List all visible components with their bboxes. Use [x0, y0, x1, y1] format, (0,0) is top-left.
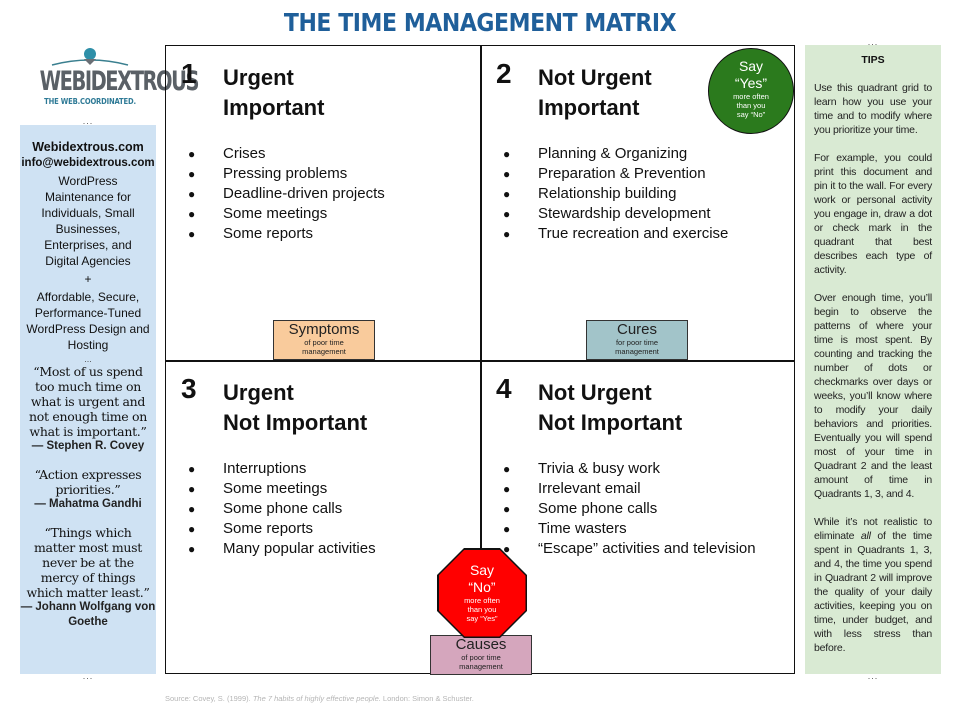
quadrant-heading-line2: Important	[223, 95, 325, 120]
bullet-icon: ●	[503, 482, 511, 496]
list-item: ● Some meetings	[188, 205, 328, 222]
list-item: ● Planning & Organizing	[503, 145, 688, 162]
list-item: ● “Escape” activities and television	[503, 540, 756, 557]
quadrant-3: 3 Urgent Not Important ● Interruptions ● S…	[166, 361, 480, 675]
service-description-maintenance: WordPress Maintenance for Individuals, S…	[41, 174, 135, 268]
quadrant-activity-list: ● Planning & Organizing ● Preparation & Pr…	[503, 144, 728, 244]
quadrant-heading-line2: Not Important	[223, 410, 368, 435]
quote-author: — Stephen R. Covey	[31, 440, 145, 452]
quadrant-heading: Urgent Not Important	[223, 378, 367, 438]
list-item: ● Some meetings	[188, 480, 328, 497]
list-item: ● Some phone calls	[503, 500, 658, 517]
quadrant-number: 4	[496, 373, 512, 404]
bullet-icon: ●	[188, 482, 196, 496]
list-item: ● Some phone calls	[188, 500, 343, 517]
list-item: ● Stewardship development	[503, 205, 711, 222]
separator: ...	[84, 354, 92, 364]
bullet-icon: ●	[188, 542, 196, 556]
list-item: ● Trivia & busy work	[503, 460, 660, 477]
list-item: ● Deadline-driven projects	[188, 185, 385, 202]
quadrant-number: 1	[181, 58, 197, 89]
list-item: ● Some reports	[188, 520, 314, 537]
quote-text: “Things which matter most must never be …	[26, 525, 150, 600]
quadrant-heading-line1: Not Urgent	[538, 380, 652, 405]
webidextrous-logo: WEBIDEXTROUS THE WEB.COORDINATED.	[20, 45, 200, 115]
service-description-design: Affordable, Secure, Performance-Tuned Wo…	[26, 290, 150, 352]
bullet-icon: ●	[188, 207, 196, 221]
bullet-icon: ●	[503, 542, 511, 556]
bullet-icon: ●	[188, 167, 196, 181]
quadrant-heading-line1: Not Urgent	[538, 65, 652, 90]
cures-label: Cures for poor time management	[586, 320, 688, 360]
tips-paragraph: Over enough time, you’ll begin to observ…	[814, 292, 932, 500]
tips-paragraph: Use this quadrant grid to learn how you …	[814, 82, 932, 136]
list-item: ● Many popular activities	[188, 540, 376, 557]
list-item: ● Crises	[188, 145, 266, 162]
bullet-icon: ●	[503, 522, 511, 536]
separator: ...	[82, 671, 94, 681]
bullet-icon: ●	[503, 147, 511, 161]
logo-tagline: THE WEB.COORDINATED.	[44, 97, 136, 106]
list-item: ● Relationship building	[503, 185, 677, 202]
bullet-icon: ●	[503, 187, 511, 201]
quadrant-activity-list: ● Trivia & busy work ● Irrelevant email ● S…	[503, 459, 756, 559]
bullet-icon: ●	[188, 227, 196, 241]
list-item: ● Time wasters	[503, 520, 627, 537]
causes-label: Causes of poor time management	[430, 635, 532, 675]
bullet-icon: ●	[503, 502, 511, 516]
separator: ...	[867, 37, 879, 47]
quote-text: “Most of us spend too much time on what …	[28, 364, 148, 439]
bullet-icon: ●	[188, 502, 196, 516]
quadrant-activity-list: ● Interruptions ● Some meetings ● Some phon…	[188, 459, 376, 559]
say-no-stop-sign-icon: Say “No” more often than you say “Yes”	[437, 548, 527, 638]
quadrant-number: 3	[181, 373, 197, 404]
bullet-icon: ●	[188, 462, 196, 476]
quadrant-heading-line2: Important	[538, 95, 640, 120]
quadrant-heading-line1: Urgent	[223, 380, 294, 405]
tips-paragraph: While it’s not realistic to eliminate al…	[814, 516, 932, 654]
quadrant-activity-list: ● Crises ● Pressing problems ● Deadline-dri…	[188, 144, 385, 244]
company-info-panel: ... Webidextrous.com info@webidextrous.c…	[20, 117, 156, 681]
list-item: ● Irrelevant email	[503, 480, 641, 497]
tips-panel: ... TIPS Use this quadrant grid to learn…	[805, 38, 941, 681]
list-item: ● Preparation & Prevention	[503, 165, 706, 182]
quadrant-heading: Not Urgent Not Important	[538, 378, 682, 438]
source-citation: Source: Covey, S. (1999). The 7 habits o…	[165, 694, 474, 703]
time-management-matrix: 1 Urgent Important ● Crises ● Pressing pro…	[165, 45, 795, 675]
quote-text: “Action expresses priorities.”	[34, 467, 142, 497]
quotes-list: “Most of us spend too much time on what …	[20, 364, 156, 630]
quadrant-number: 2	[496, 58, 512, 89]
quadrant-heading: Urgent Important	[223, 63, 324, 123]
list-item: ● True recreation and exercise	[503, 225, 729, 242]
quadrant-heading-line1: Urgent	[223, 65, 294, 90]
quote-author: — Johann Wolfgang von Goethe	[20, 601, 156, 628]
page-title: THE TIME MANAGEMENT MATRIX	[283, 8, 677, 37]
quadrant-heading: Not Urgent Important	[538, 63, 652, 123]
bullet-icon: ●	[503, 462, 511, 476]
bullet-icon: ●	[188, 147, 196, 161]
bullet-icon: ●	[503, 207, 511, 221]
bullet-icon: ●	[188, 522, 196, 536]
bullet-icon: ●	[503, 167, 511, 181]
tips-title: TIPS	[861, 54, 885, 66]
quadrant-1: 1 Urgent Important ● Crises ● Pressing pro…	[166, 46, 480, 360]
logo-brand: WEBIDEXTROUS	[39, 66, 200, 97]
quadrant-4: 4 Not Urgent Not Important ● Trivia & bus…	[481, 361, 795, 675]
plus-sign: +	[84, 272, 92, 286]
list-item: ● Interruptions	[188, 460, 307, 477]
bullet-icon: ●	[503, 227, 511, 241]
list-item: ● Some reports	[188, 225, 314, 242]
separator: ...	[82, 116, 94, 126]
list-item: ● Pressing problems	[188, 165, 348, 182]
quote-author: — Mahatma Gandhi	[34, 498, 142, 510]
symptoms-label: Symptoms of poor time management	[273, 320, 375, 360]
company-website: Webidextrous.com	[32, 140, 144, 154]
bullet-icon: ●	[188, 187, 196, 201]
say-yes-circle-badge: Say “Yes” more often than you say “No”	[708, 48, 794, 134]
company-email: info@webidextrous.com	[21, 157, 155, 169]
separator: ...	[867, 671, 879, 681]
tips-paragraph: For example, you could print this docume…	[814, 152, 932, 276]
quadrant-heading-line2: Not Important	[538, 410, 683, 435]
